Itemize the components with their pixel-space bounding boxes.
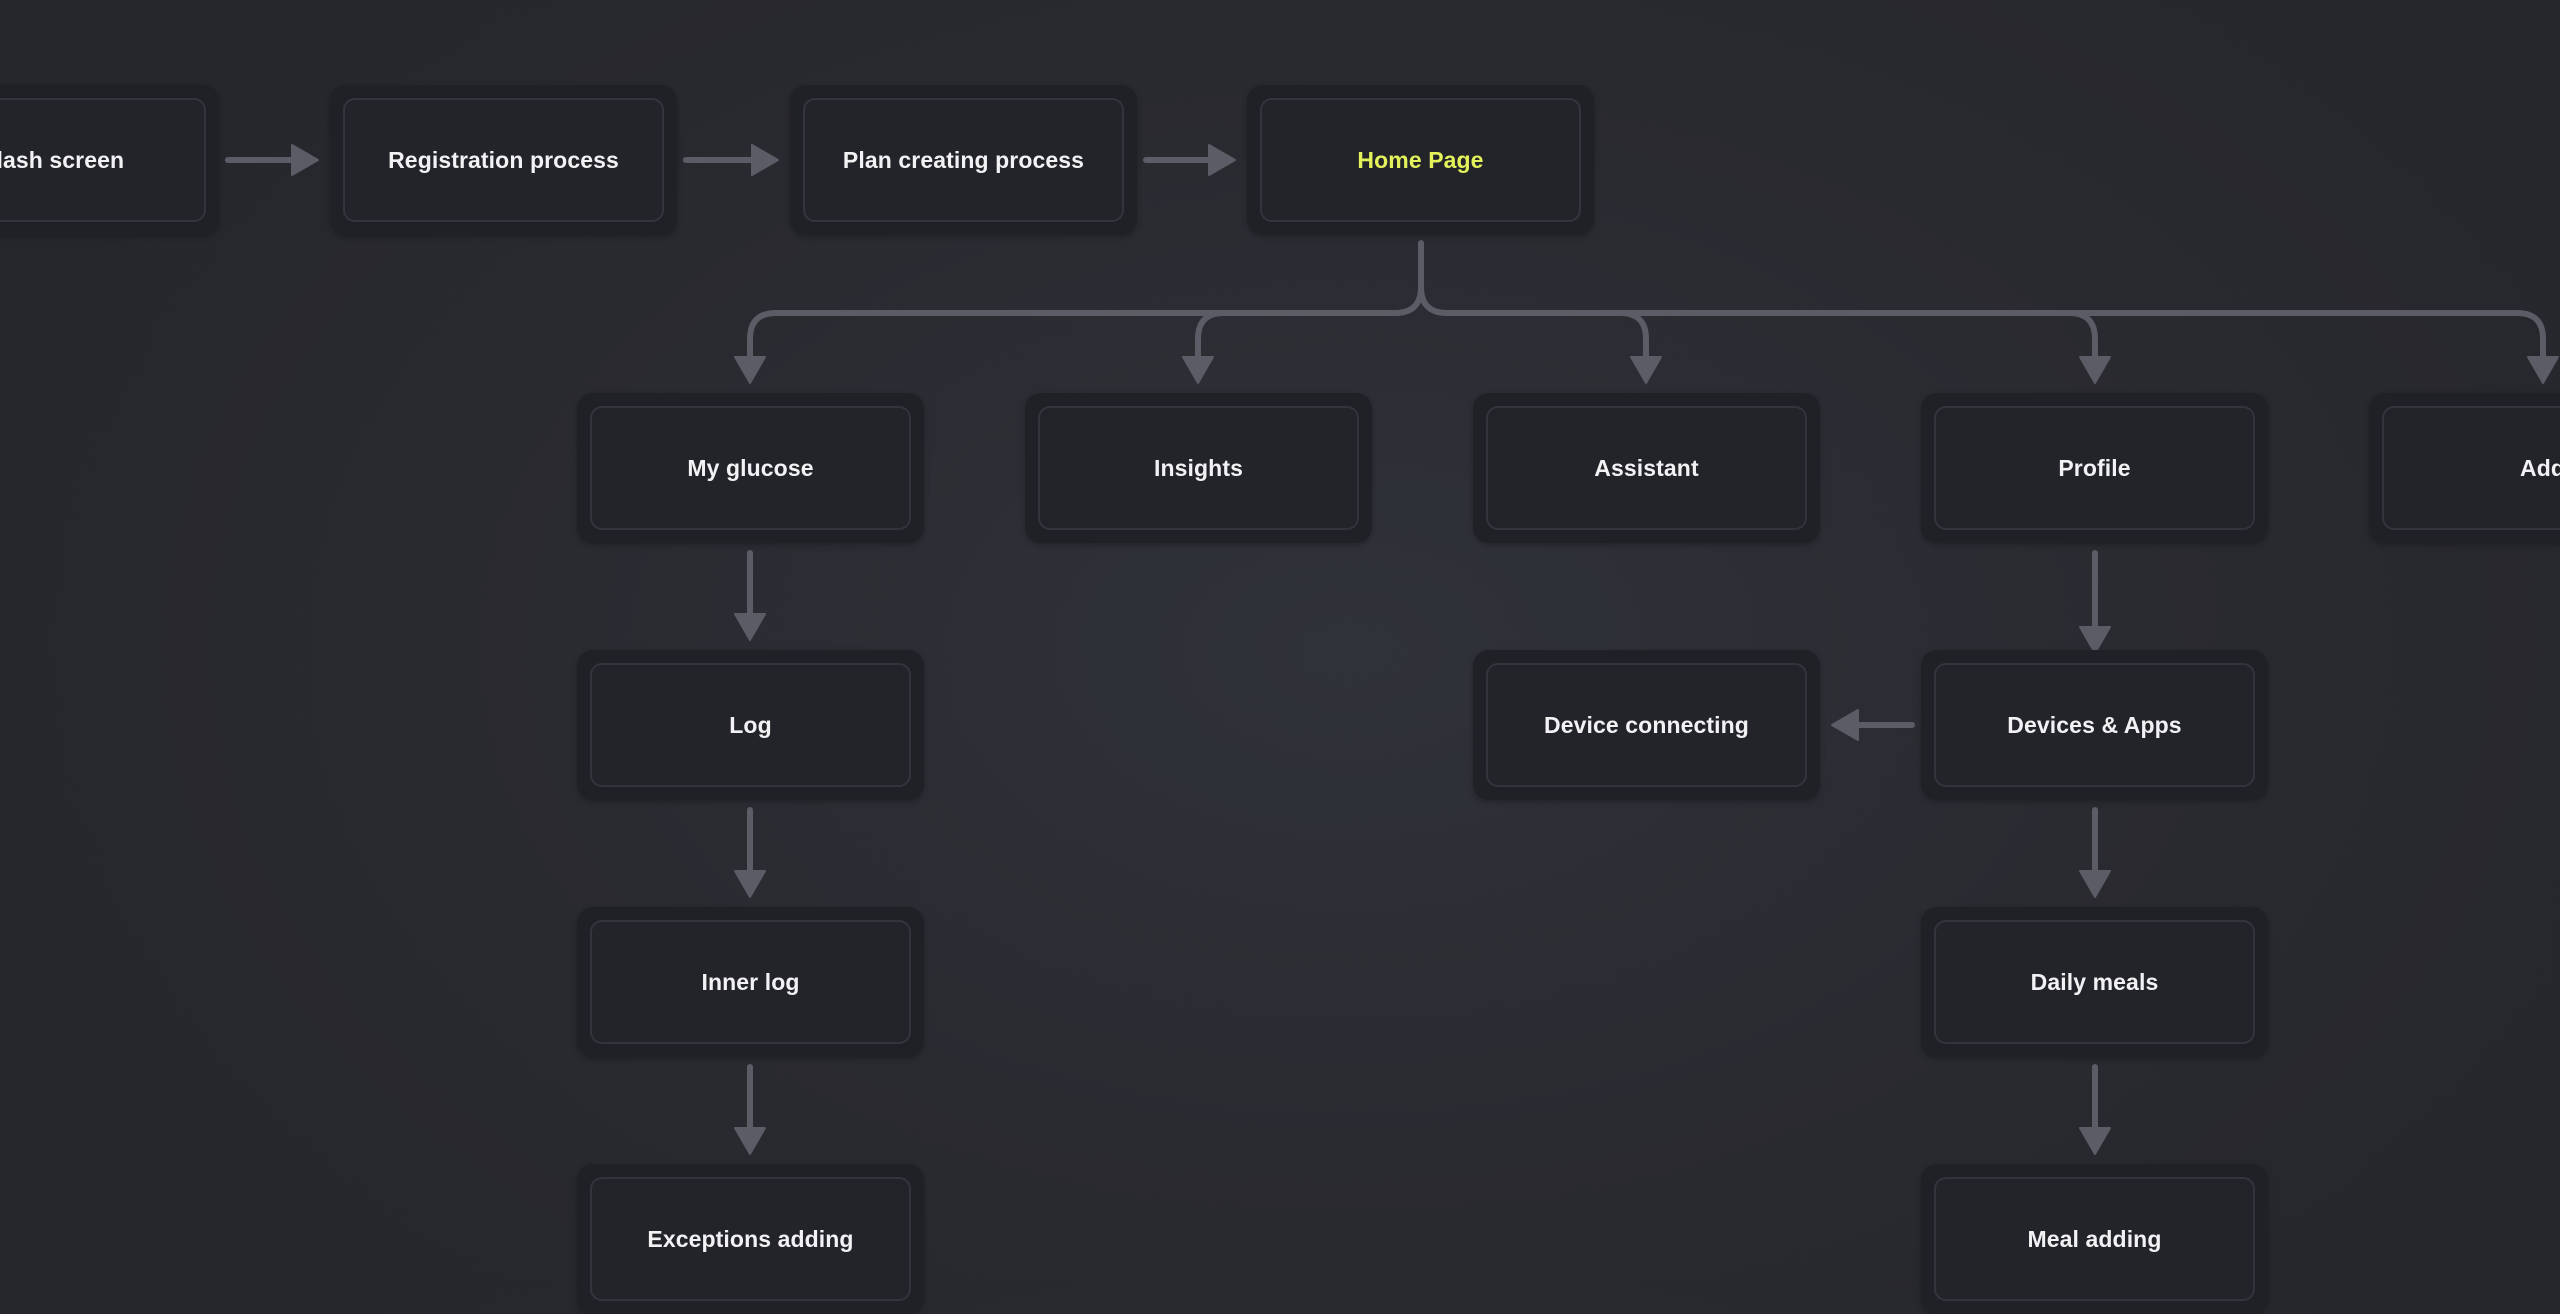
arrow-down-icon xyxy=(2079,356,2111,384)
node-label: Log xyxy=(729,711,772,738)
node-registration-process[interactable]: Registration process xyxy=(330,85,677,235)
node-device-connecting[interactable]: Device connecting xyxy=(1473,650,1820,800)
branch-drop xyxy=(1195,310,1227,364)
node-assistant[interactable]: Assistant xyxy=(1473,393,1820,543)
node-label: My glucose xyxy=(687,454,814,481)
arrow-down-icon xyxy=(734,613,766,641)
node-label: Plan creating process xyxy=(842,146,1085,173)
node-devices-and-apps[interactable]: Devices & Apps xyxy=(1921,650,2268,800)
arrow-down-icon xyxy=(1630,356,1662,384)
arrow-down-icon xyxy=(2079,870,2111,898)
node-daily-meals[interactable]: Daily meals xyxy=(1921,907,2268,1057)
arrow-right-icon xyxy=(751,144,779,176)
node-label: Inner log xyxy=(701,968,800,995)
arrow-down-icon xyxy=(2079,1127,2111,1155)
node-my-glucose[interactable]: My glucose xyxy=(577,393,924,543)
arrow-left-icon xyxy=(1831,709,1859,741)
node-meal-adding[interactable]: Meal adding xyxy=(1921,1164,2268,1314)
node-label: Device connecting xyxy=(1544,711,1749,738)
node-home-page[interactable]: Home Page xyxy=(1247,85,1594,235)
node-label: Devices & Apps xyxy=(2007,711,2182,738)
node-splash-screen[interactable]: Splash screen xyxy=(0,85,219,235)
arrow-down-icon xyxy=(734,1127,766,1155)
node-plan-creating-process[interactable]: Plan creating process xyxy=(790,85,1137,235)
branch-bus-right xyxy=(1418,284,2520,316)
branch-drop xyxy=(2066,310,2098,364)
arrow-down-icon xyxy=(734,356,766,384)
arrow-down-icon xyxy=(734,870,766,898)
node-label: Add xyxy=(2519,454,2560,481)
arrow-down-icon xyxy=(2527,356,2559,384)
branch-drop xyxy=(1617,310,1649,364)
node-label: Assistant xyxy=(1594,454,1699,481)
node-inner-log[interactable]: Inner log xyxy=(577,907,924,1057)
node-label: Splash screen xyxy=(0,146,125,173)
node-add[interactable]: Add xyxy=(2369,393,2560,543)
node-insights[interactable]: Insights xyxy=(1025,393,1372,543)
arrow-down-icon xyxy=(1182,356,1214,384)
node-label: Home Page xyxy=(1357,146,1484,173)
branch-drop xyxy=(747,310,779,364)
node-label: Meal adding xyxy=(2027,1225,2162,1252)
node-label: Profile xyxy=(2058,454,2131,481)
node-log[interactable]: Log xyxy=(577,650,924,800)
node-label: Exceptions adding xyxy=(647,1225,854,1252)
arrow-right-icon xyxy=(1208,144,1236,176)
node-label: Daily meals xyxy=(2030,968,2159,995)
node-label: Insights xyxy=(1154,454,1243,481)
node-profile[interactable]: Profile xyxy=(1921,393,2268,543)
node-exceptions-adding[interactable]: Exceptions adding xyxy=(577,1164,924,1314)
node-label: Registration process xyxy=(388,146,619,173)
arrow-right-icon xyxy=(291,144,319,176)
branch-bus-left xyxy=(773,240,1424,316)
branch-drop xyxy=(2514,310,2546,364)
